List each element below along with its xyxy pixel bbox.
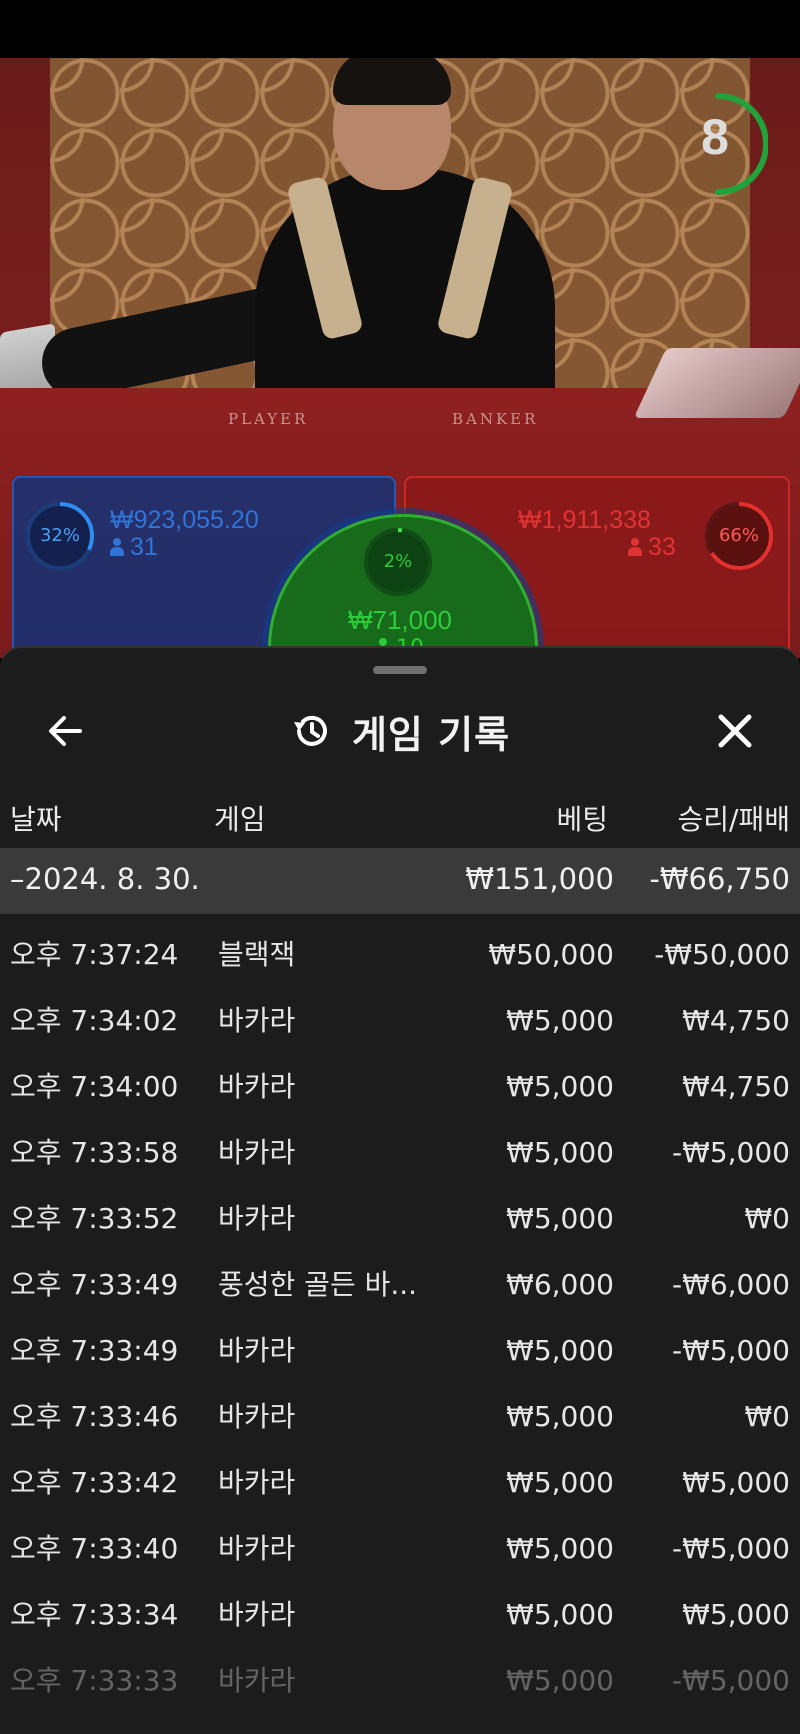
- date-group-result-total: -₩66,750: [649, 862, 790, 896]
- row-game: 바카라: [218, 1070, 296, 1103]
- row-game: 바카라: [218, 1202, 296, 1235]
- row-bet: ₩5,000: [506, 1070, 614, 1103]
- row-time: 오후 7:37:24: [10, 938, 179, 971]
- banker-percent-ring: 66%: [703, 500, 775, 572]
- row-result: ₩0: [744, 1202, 791, 1235]
- row-time: 오후 7:33:42: [10, 1466, 179, 1499]
- row-result: ₩0: [744, 1400, 791, 1433]
- history-row[interactable]: 오후 7:34:00 바카라 ₩5,000 ₩4,750: [0, 1054, 800, 1120]
- row-result: ₩4,750: [682, 1004, 790, 1037]
- date-group-bet-total: ₩151,000: [465, 862, 614, 896]
- row-result: ₩4,750: [682, 1070, 790, 1103]
- history-row[interactable]: 오후 7:33:34 바카라 ₩5,000 ₩5,000: [0, 1582, 800, 1648]
- row-game: 풍성한 골든 바...: [218, 1268, 418, 1301]
- row-game: 바카라: [218, 1532, 296, 1565]
- row-time: 오후 7:33:34: [10, 1598, 179, 1631]
- row-time: 오후 7:33:46: [10, 1400, 179, 1433]
- row-result: -₩5,000: [672, 1136, 790, 1169]
- row-game: 바카라: [218, 1664, 296, 1697]
- row-time: 오후 7:33:49: [10, 1268, 179, 1301]
- history-row[interactable]: 오후 7:33:49 풍성한 골든 바... ₩6,000 -₩6,000: [0, 1252, 800, 1318]
- row-result: -₩50,000: [654, 938, 790, 971]
- row-bet: ₩5,000: [506, 1532, 614, 1565]
- history-row[interactable]: 오후 7:37:24 블랙잭 ₩50,000 -₩50,000: [0, 922, 800, 988]
- row-time: 오후 7:34:00: [10, 1070, 179, 1103]
- row-time: 오후 7:33:40: [10, 1532, 179, 1565]
- row-bet: ₩5,000: [506, 1136, 614, 1169]
- row-bet: ₩5,000: [506, 1202, 614, 1235]
- row-bet: ₩50,000: [488, 938, 614, 971]
- person-icon: [110, 538, 124, 556]
- row-game: 바카라: [218, 1598, 296, 1631]
- row-time: 오후 7:33:49: [10, 1334, 179, 1367]
- row-game: 바카라: [218, 1004, 296, 1037]
- player-percent-ring: 32%: [24, 500, 96, 572]
- sheet-header: 게임 기록: [0, 700, 800, 762]
- row-result: -₩5,000: [672, 1532, 790, 1565]
- tie-total-amount: ₩71,000: [347, 605, 453, 635]
- countdown-timer: 8: [680, 88, 769, 200]
- row-game: 바카라: [218, 1466, 296, 1499]
- column-header-date: 날짜: [10, 803, 62, 836]
- column-header-game: 게임: [214, 803, 266, 836]
- row-game: 바카라: [218, 1400, 296, 1433]
- row-result: -₩5,000: [672, 1334, 790, 1367]
- history-row[interactable]: 오후 7:33:52 바카라 ₩5,000 ₩0: [0, 1186, 800, 1252]
- row-bet: ₩6,000: [506, 1268, 614, 1301]
- history-row[interactable]: 오후 7:33:40 바카라 ₩5,000 -₩5,000: [0, 1516, 800, 1582]
- row-bet: ₩5,000: [506, 1004, 614, 1037]
- row-time: 오후 7:33:52: [10, 1202, 179, 1235]
- sheet-drag-handle[interactable]: [373, 666, 427, 674]
- history-row[interactable]: 오후 7:34:02 바카라 ₩5,000 ₩4,750: [0, 988, 800, 1054]
- column-header-bet: 베팅: [556, 803, 608, 836]
- dealer-hair: [333, 58, 451, 105]
- row-time: 오후 7:34:02: [10, 1004, 179, 1037]
- sheet-title: 게임 기록: [351, 712, 511, 757]
- row-time: 오후 7:33:58: [10, 1136, 179, 1169]
- row-time: 오후 7:33:33: [10, 1664, 179, 1697]
- close-icon: [718, 714, 752, 748]
- player-count-value: 31: [130, 533, 158, 561]
- player-total-amount: ₩923,055.20: [110, 506, 259, 534]
- history-row[interactable]: 오후 7:33:58 바카라 ₩5,000 -₩5,000: [0, 1120, 800, 1186]
- row-result: ₩5,000: [682, 1598, 790, 1631]
- table-label-banker: BANKER: [452, 410, 539, 428]
- row-bet: ₩5,000: [506, 1598, 614, 1631]
- row-bet: ₩5,000: [506, 1334, 614, 1367]
- banker-bettor-count: 33: [628, 533, 676, 562]
- timer-value: 8: [701, 109, 729, 165]
- player-percent: 32%: [39, 525, 80, 546]
- row-bet: ₩5,000: [506, 1400, 614, 1433]
- row-bet: ₩5,000: [506, 1664, 614, 1697]
- person-icon: [628, 538, 642, 556]
- table-label-player: PLAYER: [228, 410, 309, 428]
- player-bettor-count: 31: [110, 533, 158, 562]
- row-result: -₩5,000: [672, 1664, 790, 1697]
- row-result: ₩5,000: [682, 1466, 790, 1499]
- tie-percent-ring: 2%: [362, 526, 434, 598]
- date-group-date: –2024. 8. 30.: [10, 862, 200, 896]
- history-row[interactable]: 오후 7:33:46 바카라 ₩5,000 ₩0: [0, 1384, 800, 1450]
- history-row[interactable]: 오후 7:33:49 바카라 ₩5,000 -₩5,000: [0, 1318, 800, 1384]
- row-game: 바카라: [218, 1136, 296, 1169]
- column-header-result: 승리/패배: [677, 803, 790, 836]
- game-history-sheet: 게임 기록 날짜 게임 베팅 승리/패배 –2024. 8. 30. ₩151,…: [0, 648, 800, 1734]
- history-row[interactable]: 오후 7:33:42 바카라 ₩5,000 ₩5,000: [0, 1450, 800, 1516]
- close-button[interactable]: [710, 706, 760, 756]
- banker-total-amount: ₩1,911,338: [518, 506, 651, 534]
- row-bet: ₩5,000: [506, 1466, 614, 1499]
- banker-count-value: 33: [648, 533, 676, 561]
- row-game: 블랙잭: [218, 938, 296, 971]
- history-icon: [293, 715, 327, 746]
- banker-percent: 66%: [718, 525, 759, 546]
- date-group-header[interactable]: –2024. 8. 30. ₩151,000 -₩66,750: [0, 848, 800, 914]
- status-bar: [0, 0, 800, 58]
- history-row[interactable]: 오후 7:33:33 바카라 ₩5,000 -₩5,000: [0, 1648, 800, 1714]
- tie-percent: 2%: [383, 551, 413, 572]
- row-result: -₩6,000: [672, 1268, 790, 1301]
- row-game: 바카라: [218, 1334, 296, 1367]
